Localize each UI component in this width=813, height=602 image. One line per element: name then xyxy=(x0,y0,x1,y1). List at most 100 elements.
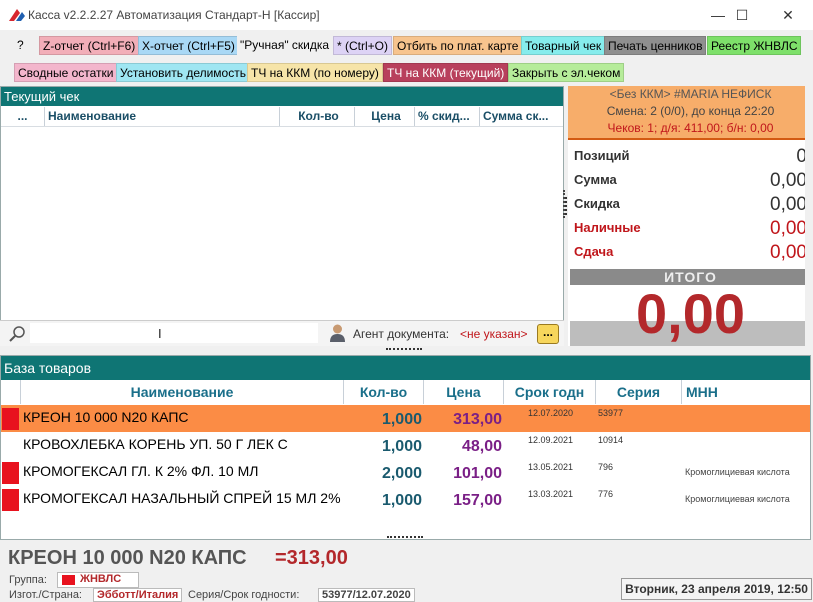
table-row[interactable]: КРОМОГЕКСАЛ ГЛ. К 2% ФЛ. 10 МЛ 2,000 101… xyxy=(1,459,810,486)
app-logo-icon xyxy=(9,9,25,21)
goods-col-name[interactable]: Наименование xyxy=(21,380,344,404)
goods-col-price[interactable]: Цена xyxy=(424,380,504,404)
table-row[interactable]: КРЕОН 10 000 N20 КАПС 1,000 313,00 12.07… xyxy=(1,405,810,432)
group-label: Группа: xyxy=(9,574,47,586)
kkm-line-3: Чеков: 1; д/я: 411,00; б/н: 0,00 xyxy=(607,121,774,135)
goods-series: 53977 xyxy=(598,408,624,418)
goods-expiry: 12.09.2021 xyxy=(528,435,574,445)
zhnvls-register-button[interactable]: Реестр ЖНВЛС xyxy=(707,36,802,55)
col-discount-pct[interactable]: % скид... xyxy=(415,107,480,126)
goods-price: 313,00 xyxy=(453,411,502,428)
zhnvls-marker xyxy=(2,462,19,484)
goods-title: База товаров xyxy=(1,356,810,380)
discount-label: Скидка xyxy=(574,196,620,211)
close-button[interactable]: ✕ xyxy=(765,0,811,30)
group-color-marker xyxy=(62,575,75,585)
goods-mnn: Кромоглициевая кислота xyxy=(685,494,790,504)
goods-base-panel: База товаров Наименование Кол-во Цена Ср… xyxy=(0,355,811,540)
horizontal-splitter-handle[interactable] xyxy=(386,348,422,353)
selected-product-price: =313,00 xyxy=(275,547,348,569)
goods-col-series[interactable]: Серия xyxy=(596,380,682,404)
change-value: 0,00 xyxy=(770,242,807,263)
kkm-line-1: <Без ККМ> #MARIA НЕФИСК xyxy=(609,87,772,101)
cash-label: Наличные xyxy=(574,220,641,235)
series-label: Серия/Срок годности: xyxy=(188,589,300,601)
agent-value: <не указан> xyxy=(460,327,528,341)
goods-price: 157,00 xyxy=(453,492,502,509)
col-qty[interactable]: Кол-во xyxy=(280,107,355,126)
maker-label: Изгот./Страна: xyxy=(9,589,82,601)
summary-stock-button[interactable]: Сводные остатки xyxy=(14,63,118,82)
maximize-icon: ☐ xyxy=(735,6,749,23)
tch-kkm-current-button[interactable]: ТЧ на ККМ (текущий) xyxy=(383,63,509,82)
goods-qty: 1,000 xyxy=(381,411,422,428)
x-report-button[interactable]: X-отчет (Ctrl+F5) xyxy=(138,36,239,55)
goods-splitter-handle[interactable] xyxy=(387,536,423,541)
goods-qty: 1,000 xyxy=(381,492,422,509)
cash-value: 0,00 xyxy=(770,218,807,239)
change-label: Сдача xyxy=(574,244,614,259)
goods-expiry: 13.03.2021 xyxy=(528,489,574,499)
kkm-info: <Без ККМ> #MARIA НЕФИСК Смена: 2 (0/0), … xyxy=(568,86,813,138)
goods-expiry: 12.07.2020 xyxy=(528,408,574,418)
col-discount-sum[interactable]: Сумма ск... xyxy=(480,107,563,126)
goods-col-marker xyxy=(1,380,21,404)
group-value: ЖНВЛС xyxy=(80,573,122,585)
goods-col-expiry[interactable]: Срок годн xyxy=(504,380,596,404)
receipt-title: Текущий чек xyxy=(1,87,563,106)
receipt-search-row: I Агент документа: <не указан> ... xyxy=(0,320,564,346)
sum-value: 0,00 xyxy=(770,170,807,191)
col-name[interactable]: Наименование xyxy=(45,107,280,126)
sum-label: Сумма xyxy=(574,172,617,187)
search-input[interactable] xyxy=(30,323,318,343)
maximize-button[interactable]: ☐ xyxy=(719,0,765,30)
col-menu[interactable]: ... xyxy=(1,107,45,126)
card-payment-button[interactable]: Отбить по плат. карте xyxy=(393,36,523,55)
toolbar: ? Z-отчет (Ctrl+F6) X-отчет (Ctrl+F5) "Р… xyxy=(0,30,813,86)
goods-name: КРЕОН 10 000 N20 КАПС xyxy=(23,409,189,425)
goods-col-qty[interactable]: Кол-во xyxy=(344,380,424,404)
discount-value: 0,00 xyxy=(770,194,807,215)
print-price-tags-button[interactable]: Печать ценников xyxy=(604,36,707,55)
datetime-display: Вторник, 23 апреля 2019, 12:50 xyxy=(621,578,812,600)
close-icon: ✕ xyxy=(782,6,794,23)
agent-label: Агент документа: xyxy=(353,327,450,341)
tch-kkm-by-number-button[interactable]: ТЧ на ККМ (по номеру) xyxy=(247,63,383,82)
col-price[interactable]: Цена xyxy=(355,107,415,126)
agent-icon xyxy=(330,324,345,342)
product-details: КРЕОН 10 000 N20 КАПС =313,00 Группа: ЖН… xyxy=(0,542,813,602)
goods-price: 48,00 xyxy=(461,438,502,455)
goods-name: КРОМОГЕКСАЛ НАЗАЛЬНЫЙ СПРЕЙ 15 МЛ 2% xyxy=(23,490,341,506)
manual-discount-button[interactable]: "Ручная" скидка xyxy=(237,36,333,55)
goods-series: 796 xyxy=(598,462,614,472)
goods-mnn: Кромоглициевая кислота xyxy=(685,467,790,477)
goods-series: 10914 xyxy=(598,435,624,445)
goods-price: 101,00 xyxy=(453,465,502,482)
goods-name: КРОВОХЛЕБКА КОРЕНЬ УП. 50 Г ЛЕК С xyxy=(23,436,288,452)
help-button[interactable]: ? xyxy=(14,36,27,55)
table-row[interactable]: КРОМОГЕКСАЛ НАЗАЛЬНЫЙ СПРЕЙ 15 МЛ 2% 1,0… xyxy=(1,486,810,513)
search-icon[interactable] xyxy=(9,325,27,343)
current-receipt-panel: Текущий чек ... Наименование Кол-во Цена… xyxy=(0,86,567,346)
selected-product-name: КРЕОН 10 000 N20 КАПС xyxy=(8,547,247,569)
zhnvls-marker xyxy=(2,489,19,511)
positions-label: Позиций xyxy=(574,148,630,163)
agent-select-button[interactable]: ... xyxy=(537,324,559,344)
sales-receipt-button[interactable]: Товарный чек xyxy=(521,36,606,55)
goods-col-mnn[interactable]: МНН xyxy=(682,380,810,404)
title-bar: Касса v2.2.2.27 Автоматизация Стандарт-Н… xyxy=(0,0,813,30)
set-divisibility-button[interactable]: Установить делимость xyxy=(116,63,250,82)
summary-panel: <Без ККМ> #MARIA НЕФИСК Смена: 2 (0/0), … xyxy=(568,86,813,346)
window-title: Касса v2.2.2.27 Автоматизация Стандарт-Н… xyxy=(28,8,320,22)
table-row[interactable]: КРОВОХЛЕБКА КОРЕНЬ УП. 50 Г ЛЕК С 1,000 … xyxy=(1,432,810,459)
ctrl-o-button[interactable]: * (Ctrl+O) xyxy=(333,36,392,55)
close-with-e-receipt-button[interactable]: Закрыть с эл.чеком xyxy=(508,63,625,82)
z-report-button[interactable]: Z-отчет (Ctrl+F6) xyxy=(39,36,140,55)
goods-name: КРОМОГЕКСАЛ ГЛ. К 2% ФЛ. 10 МЛ xyxy=(23,463,259,479)
goods-series: 776 xyxy=(598,489,614,499)
zhnvls-marker xyxy=(2,408,19,430)
goods-qty: 1,000 xyxy=(381,438,422,455)
total-value: 0,00 xyxy=(636,282,745,345)
right-edge xyxy=(805,86,813,346)
kkm-line-2: Смена: 2 (0/0), до конца 22:20 xyxy=(606,104,775,118)
